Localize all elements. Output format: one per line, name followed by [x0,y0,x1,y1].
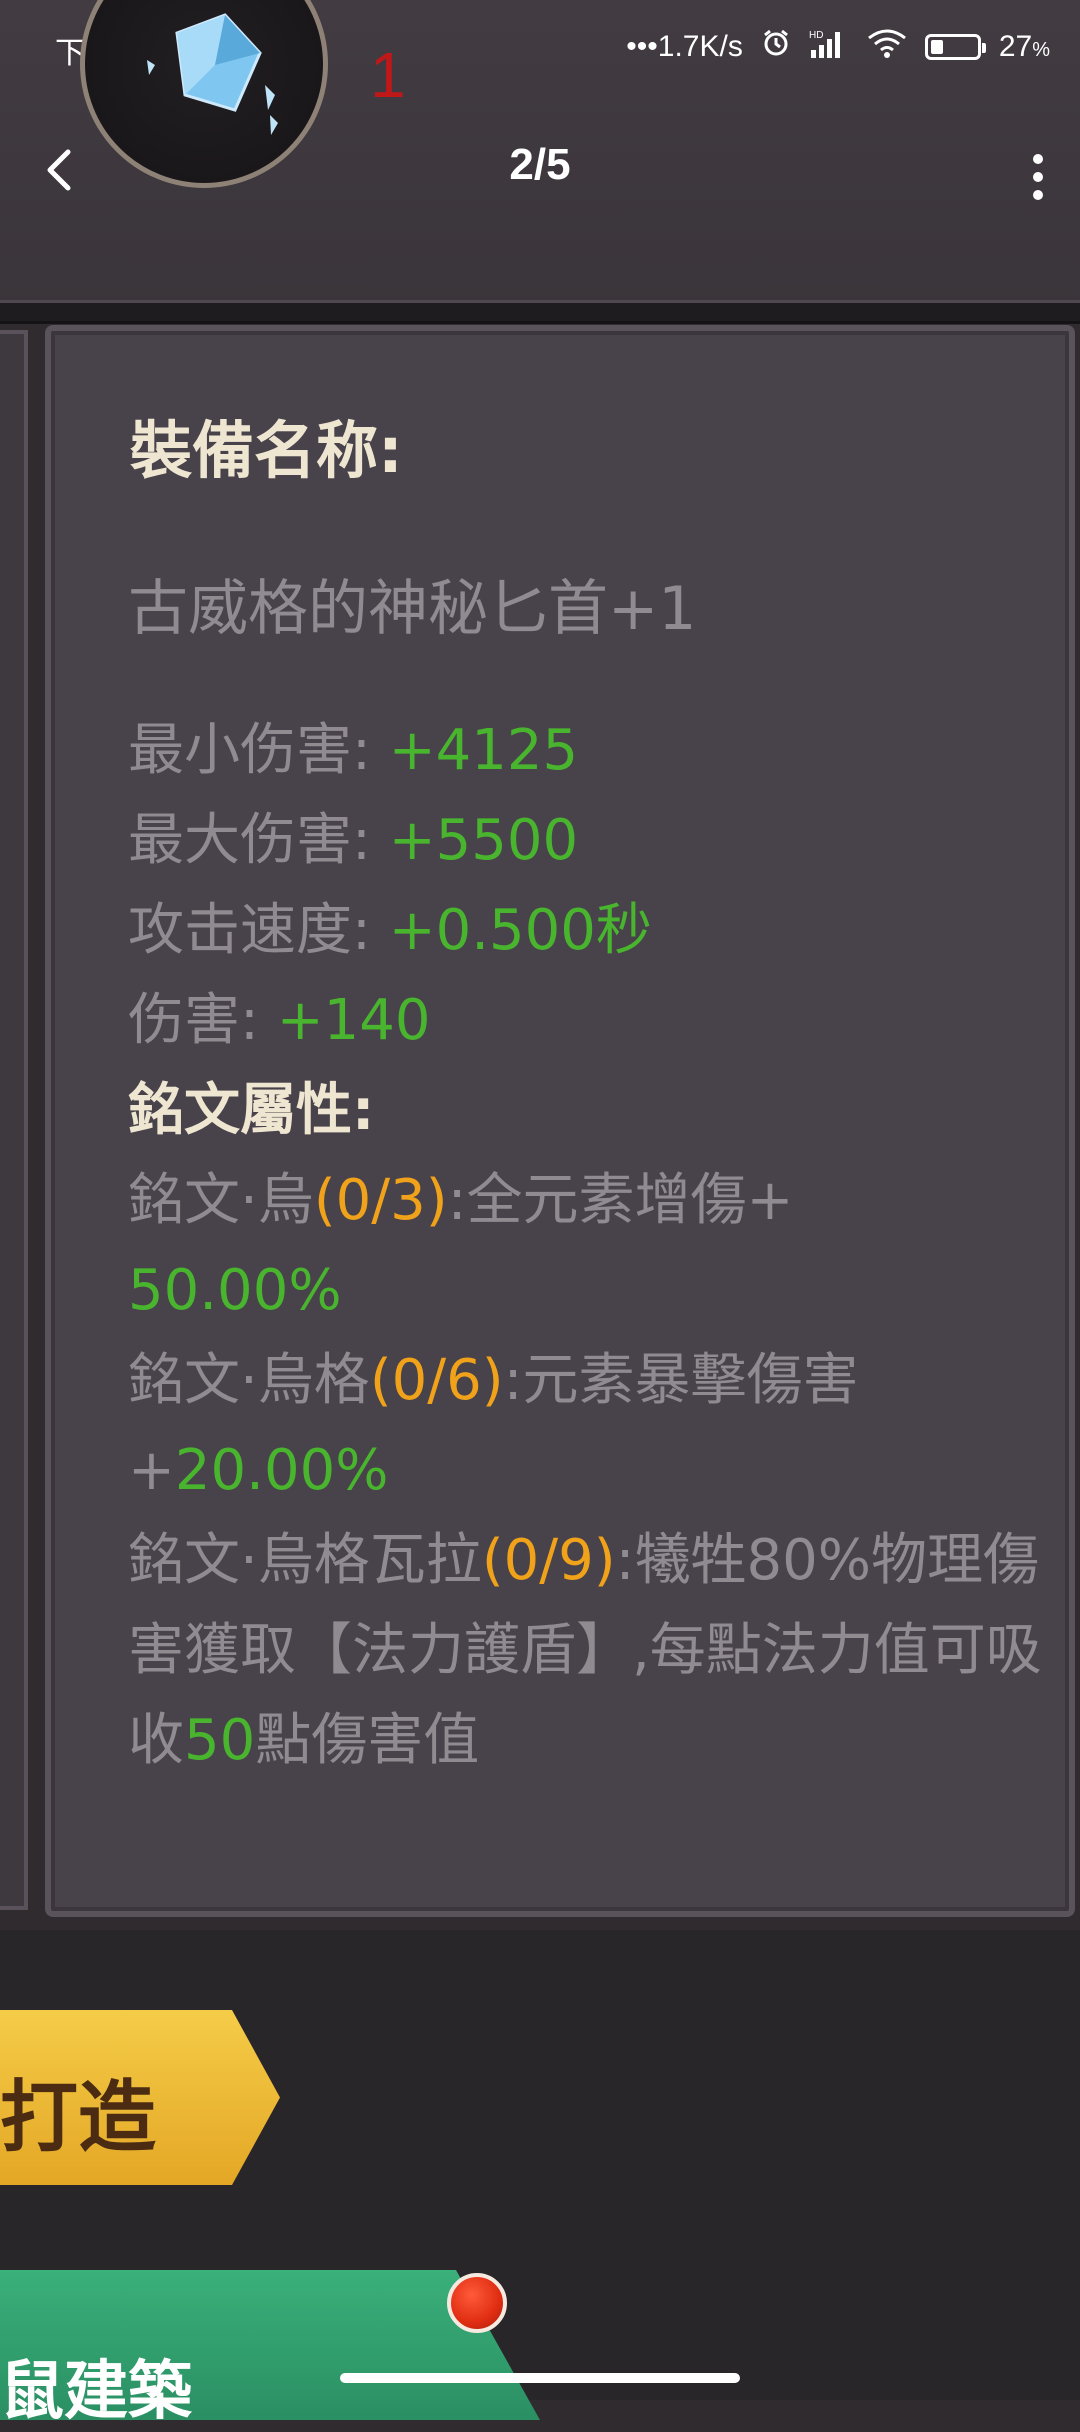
more-icon [1033,154,1043,164]
building-tab-label: 鼠建築 [0,2355,192,2429]
stat-attack-speed: 攻击速度: +0.500秒 [128,898,652,963]
equipment-stats: 最小伤害: +4125 最大伤害: +5500 攻击速度: +0.500秒 伤害… [128,706,1048,1786]
notification-dot-icon [447,2273,507,2333]
equipment-title: 裝備名称: [130,414,403,487]
stat-damage: 伤害: +140 [128,988,431,1053]
page-indicator: 2/5 [509,140,571,189]
inscription-3: 銘文·烏格瓦拉(0/9):犧牲80%物理傷害獲取【法力護盾】,每點法力值可吸收5… [128,1528,1042,1773]
hd-signal-icon: HD [809,28,849,66]
stat-min-damage: 最小伤害: +4125 [128,718,579,783]
battery-icon [924,34,986,60]
previous-panel-edge [0,330,28,1910]
alarm-icon [761,28,791,66]
inscription-heading: 銘文屬性: [128,1078,375,1143]
home-indicator[interactable] [340,2373,740,2383]
nav-bar: 2/5 [0,130,1080,210]
status-indicators: •••1.7K/s HD 27% [626,28,1050,66]
inscription-2: 銘文·烏格(0/6):元素暴擊傷害+20.00% [128,1348,859,1503]
stat-max-damage: 最大伤害: +5500 [128,808,579,873]
wifi-icon [867,28,907,66]
header-divider [0,300,1080,324]
network-speed: •••1.7K/s [626,30,743,63]
svg-text:HD: HD [809,30,823,41]
more-button[interactable] [1026,150,1050,200]
forge-button-label: 打造 [0,2073,157,2163]
inscription-1: 銘文·烏(0/3):全元素增傷+ 50.00% [128,1168,794,1323]
count-badge: 1 [370,39,406,111]
battery-percent: 27% [998,30,1050,63]
equipment-name: 古威格的神秘匕首+1 [128,574,697,644]
